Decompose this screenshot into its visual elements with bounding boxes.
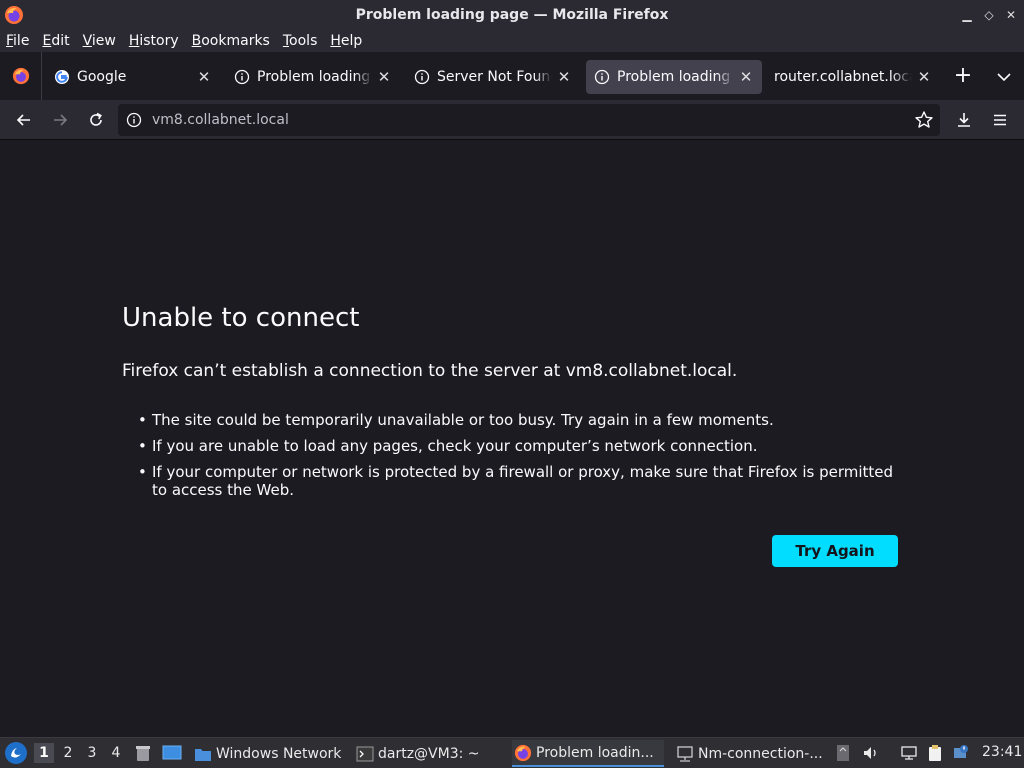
tab-close-icon[interactable]: ✕ [738,68,754,86]
network-tray-icon[interactable] [900,744,918,762]
tab-label: Problem loading page [257,69,372,85]
error-description: Firefox can’t establish a connection to … [122,361,738,381]
app-menu-button[interactable] [988,108,1012,132]
volume-icon[interactable] [862,744,880,762]
tab-bar: Google ✕ Problem loading page ✕ Server N… [0,52,1024,100]
forward-button[interactable] [48,108,72,132]
google-icon [54,69,70,85]
task-windows-network[interactable]: Windows Network [192,740,348,767]
list-item: If you are unable to load any pages, che… [138,437,912,455]
menu-history[interactable]: History [129,33,179,49]
tab-close-icon[interactable]: ✕ [556,68,572,86]
list-item: If your computer or network is protected… [138,463,912,499]
tab-close-icon[interactable]: ✕ [376,68,392,86]
new-tab-button[interactable]: + [952,65,974,88]
url-bar[interactable] [118,104,940,136]
tab-label: Google [77,69,127,85]
tab-close-icon[interactable]: ✕ [196,68,212,86]
firefox-view-button[interactable] [0,52,42,100]
tab-problem-loading-active[interactable]: Problem loading page ✕ [586,60,762,94]
tab-label: router.collabnet.local/ [774,69,912,85]
bookmark-star-icon[interactable] [914,110,934,134]
menu-file[interactable]: File [6,33,29,49]
reload-icon [90,112,102,126]
tab-problem-loading-1[interactable]: Problem loading page ✕ [226,60,400,94]
navigation-toolbar [0,100,1024,140]
firefox-logo-icon [4,5,24,29]
tab-google[interactable]: Google ✕ [46,60,220,94]
window-title: Problem loading page — Mozilla Firefox [355,7,669,23]
list-item: The site could be temporarily unavailabl… [138,411,912,429]
menu-view[interactable]: View [83,33,116,49]
workspace-2[interactable]: 2 [58,743,78,763]
task-label: Problem loadin... [536,744,654,761]
task-label: dartz@VM3: ~ [378,745,480,762]
chevron-down-icon [997,73,1011,82]
tab-close-icon[interactable]: ✕ [916,68,932,86]
restore-icon[interactable]: ◇ [982,6,996,24]
url-input[interactable] [152,110,892,130]
menu-help[interactable]: Help [330,33,362,49]
back-arrow-icon [16,114,30,126]
trash-icon[interactable] [134,744,152,762]
forward-arrow-icon [54,114,68,126]
reload-button[interactable] [84,108,108,132]
task-firefox[interactable]: Problem loadin... [512,740,664,767]
site-info-icon[interactable] [126,112,142,132]
tab-label: Problem loading page [617,69,734,85]
task-terminal[interactable]: dartz@VM3: ~ [354,740,504,767]
taskbar: 1 2 3 4 Windows Network dartz@VM3: ~ Pro… [0,737,1024,768]
menu-tools[interactable]: Tools [283,33,318,49]
folder-icon [195,748,211,761]
show-desktop-icon[interactable] [162,744,182,762]
close-window-icon[interactable]: ✕ [1004,6,1018,24]
list-all-tabs-button[interactable] [994,66,1014,88]
clipboard-icon[interactable] [926,744,944,762]
workspace-3[interactable]: 3 [82,743,102,763]
minimize-icon[interactable]: ▁ [960,6,974,24]
tab-server-not-found[interactable]: Server Not Found ✕ [406,60,580,94]
info-icon [594,69,610,85]
download-icon [958,113,970,127]
firefox-view-icon [12,67,29,85]
workspace-1[interactable]: 1 [34,743,54,763]
menu-edit[interactable]: Edit [42,33,69,49]
menu-bookmarks[interactable]: Bookmarks [192,33,270,49]
firefox-icon [514,744,532,761]
page-content: Unable to connect Firefox can’t establis… [0,141,1024,737]
tab-label: Server Not Found [437,69,552,85]
network-icon [677,745,693,762]
info-icon [414,69,430,85]
task-nm-connection[interactable]: Nm-connection-... [674,740,828,767]
clock: 23:41 [982,744,1023,760]
scroll-indicator-icon [836,744,854,762]
error-title: Unable to connect [122,303,360,333]
error-suggestions-list: The site could be temporarily unavailabl… [138,411,912,507]
workspace-4[interactable]: 4 [106,743,126,763]
window-titlebar: Problem loading page — Mozilla Firefox ▁… [0,0,1024,30]
hamburger-menu-icon [994,114,1006,126]
info-icon [234,69,250,85]
start-menu-icon[interactable] [4,741,28,765]
terminal-icon [356,746,374,761]
back-button[interactable] [12,108,36,132]
update-notifier-icon[interactable] [952,744,970,762]
task-label: Windows Network [216,745,342,762]
downloads-button[interactable] [952,108,976,132]
try-again-button[interactable]: Try Again [772,535,898,567]
tab-router[interactable]: router.collabnet.local/ ✕ [766,60,940,94]
task-label: Nm-connection-... [698,745,823,762]
menu-bar: File Edit View History Bookmarks Tools H… [0,30,1024,52]
